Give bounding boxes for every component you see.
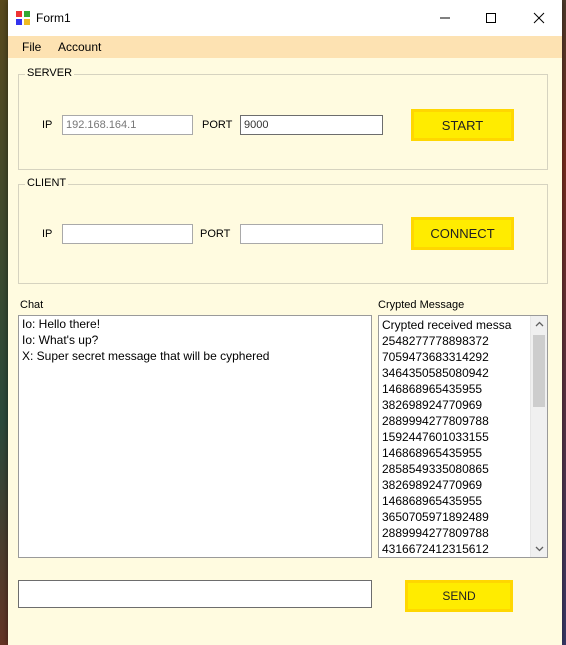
title-bar[interactable]: Form1 (8, 0, 562, 36)
maximize-button[interactable] (468, 0, 514, 36)
close-button[interactable] (516, 0, 562, 36)
maximize-icon (486, 13, 496, 23)
server-port-label: PORT (202, 119, 233, 131)
chat-message[interactable]: X: Super secret message that will be cyp… (19, 348, 371, 364)
chat-message[interactable]: Io: What's up? (19, 332, 371, 348)
client-port-label: PORT (200, 228, 231, 240)
crypted-message-item[interactable]: 3464350585080942 (379, 365, 529, 381)
crypted-message-item[interactable]: 4316672412315612 (379, 541, 529, 557)
crypted-scrollbar[interactable] (530, 316, 547, 557)
main-window: Form1 File Account SERVER IP PORT START … (8, 0, 562, 645)
server-group: SERVER IP PORT START (18, 67, 548, 170)
chevron-down-icon (535, 546, 543, 552)
crypted-message-item[interactable]: Crypted received messa (379, 317, 529, 333)
crypted-message-item[interactable]: 2889994277809788 (379, 413, 529, 429)
minimize-button[interactable] (422, 0, 468, 36)
menu-account[interactable]: Account (56, 40, 103, 54)
crypted-message-item[interactable]: 382698924770969 (379, 477, 529, 493)
chat-message[interactable]: Io: Hello there! (19, 316, 371, 332)
crypted-message-item[interactable]: 2548277778898372 (379, 333, 529, 349)
crypted-message-item[interactable]: 7059473683314292 (379, 349, 529, 365)
crypted-message-item[interactable]: 3650705971892489 (379, 509, 529, 525)
client-port-field[interactable] (240, 224, 383, 244)
scroll-down-arrow[interactable] (531, 541, 547, 557)
scroll-thumb[interactable] (533, 335, 545, 407)
crypted-message-item[interactable]: 2889994277809788 (379, 525, 529, 541)
app-icon (16, 11, 30, 25)
server-ip-field[interactable] (62, 115, 193, 135)
start-button[interactable]: START (411, 109, 514, 141)
message-input[interactable] (18, 580, 372, 608)
crypted-message-item[interactable]: 1592447601033155 (379, 429, 529, 445)
crypted-message-item[interactable]: 2858549335080865 (379, 461, 529, 477)
server-ip-label: IP (42, 119, 53, 131)
chevron-up-icon (535, 321, 543, 327)
client-group-title: CLIENT (25, 177, 69, 189)
menu-bar: File Account (8, 36, 562, 58)
client-ip-field[interactable] (62, 224, 193, 244)
window-title: Form1 (36, 11, 71, 25)
send-button[interactable]: SEND (405, 580, 513, 612)
scroll-up-arrow[interactable] (531, 316, 547, 332)
menu-file[interactable]: File (20, 40, 43, 54)
chat-label: Chat (20, 299, 44, 311)
crypted-label: Crypted Message (378, 299, 465, 311)
server-port-field[interactable] (240, 115, 383, 135)
crypted-message-item[interactable]: 146868965435955 (379, 445, 529, 461)
client-group: CLIENT IP PORT CONNECT (18, 177, 548, 284)
crypted-message-item[interactable]: 382698924770969 (379, 397, 529, 413)
crypted-message-item[interactable]: 146868965435955 (379, 381, 529, 397)
crypted-message-item[interactable]: 146868965435955 (379, 493, 529, 509)
connect-button[interactable]: CONNECT (411, 217, 514, 250)
client-ip-label: IP (42, 228, 53, 240)
server-group-title: SERVER (25, 67, 75, 79)
minimize-icon (440, 17, 450, 19)
crypted-listbox[interactable]: Crypted received messa 2548277778898372 70… (378, 315, 548, 558)
chat-listbox[interactable]: Io: Hello there! Io: What's up? X: Super s… (18, 315, 372, 558)
close-icon (533, 12, 545, 24)
